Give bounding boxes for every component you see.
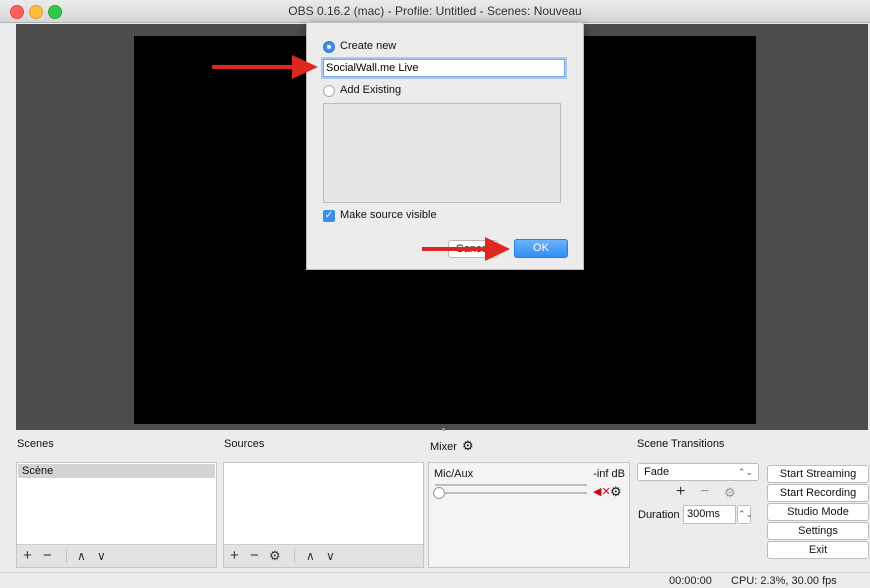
make-visible-label: Make source visible [340,209,437,221]
add-source-dialog: Create new Add Existing ✓ Make source vi… [306,22,584,270]
sources-toolbar: + − ⚙ ∧ ∨ [224,544,423,567]
status-cpu: CPU: 2.3%, 30.00 fps [731,575,837,587]
move-scene-up-chevron-up-icon[interactable]: ∧ [77,547,86,565]
splitter-handle[interactable] [442,428,445,431]
sources-title: Sources [224,438,265,450]
mixer-gear-icon[interactable]: ⚙ [462,438,474,453]
volume-slider-knob[interactable] [433,487,445,499]
status-time: 00:00:00 [669,575,712,587]
transition-selected: Fade [644,466,670,478]
settings-button[interactable]: Settings [767,522,869,540]
transition-select[interactable]: Fade ⌃⌄ [637,463,759,481]
scenes-panel: Scène + − ∧ ∨ [16,462,217,568]
toolbar-divider [294,549,295,563]
channel-gear-icon[interactable]: ⚙ [610,484,622,500]
source-properties-gear-icon[interactable]: ⚙ [269,547,281,565]
move-source-up-chevron-up-icon[interactable]: ∧ [306,547,315,565]
start-streaming-button[interactable]: Start Streaming [767,465,869,483]
mixer-panel: Mic/Aux -inf dB ◀✕ ⚙ [428,462,630,568]
transitions-title: Scene Transitions [637,438,725,450]
source-name-input[interactable] [323,59,565,77]
duration-stepper[interactable]: ⌃⌄ [737,505,753,524]
move-source-down-chevron-down-icon[interactable]: ∨ [326,547,335,565]
arrow-to-ok-button [422,237,510,261]
mixer-channel-name: Mic/Aux [434,468,474,480]
create-new-label: Create new [340,40,397,52]
studio-mode-button[interactable]: Studio Mode [767,503,869,521]
add-existing-radio[interactable] [323,85,335,97]
mixer-title: Mixer [430,441,457,453]
duration-input[interactable]: 300ms [683,505,736,524]
add-existing-label: Add Existing [340,84,402,96]
sources-panel: + − ⚙ ∧ ∨ [223,462,424,568]
mixer-title-row: Mixer ⚙ [430,438,474,454]
window-title: OBS 0.16.2 (mac) - Profile: Untitled - S… [288,4,582,18]
transition-gear-icon[interactable]: ⚙ [724,485,736,501]
title-bar: OBS 0.16.2 (mac) - Profile: Untitled - S… [0,0,870,23]
mixer-level: -inf dB [593,468,625,480]
arrow-to-name-input [212,55,318,79]
scene-list-item[interactable]: Scène [18,464,215,478]
volume-slider-track[interactable] [435,492,587,494]
remove-source-minus-icon[interactable]: − [250,547,259,565]
toolbar-divider [66,549,67,563]
volume-meter [435,484,587,486]
remove-scene-minus-icon[interactable]: − [43,547,52,565]
make-visible-checkbox[interactable]: ✓ [323,210,335,222]
ok-button[interactable]: OK [514,239,568,258]
create-new-radio[interactable] [323,41,335,53]
remove-transition-minus-icon[interactable]: − [700,483,709,501]
move-scene-down-chevron-down-icon[interactable]: ∨ [97,547,106,565]
start-recording-button[interactable]: Start Recording [767,484,869,502]
add-scene-plus-icon[interactable]: + [23,547,32,565]
scenes-title: Scenes [17,438,54,450]
exit-button[interactable]: Exit [767,541,869,559]
add-transition-plus-icon[interactable]: + [676,483,685,501]
add-source-plus-icon[interactable]: + [230,547,239,565]
existing-sources-list[interactable] [323,103,561,203]
chevron-updown-icon: ⌃⌄ [737,467,753,477]
scenes-toolbar: + − ∧ ∨ [17,544,216,567]
mute-icon[interactable]: ◀✕ [593,485,611,498]
status-bar: 00:00:00 CPU: 2.3%, 30.00 fps [0,572,870,588]
duration-label: Duration [638,509,680,521]
